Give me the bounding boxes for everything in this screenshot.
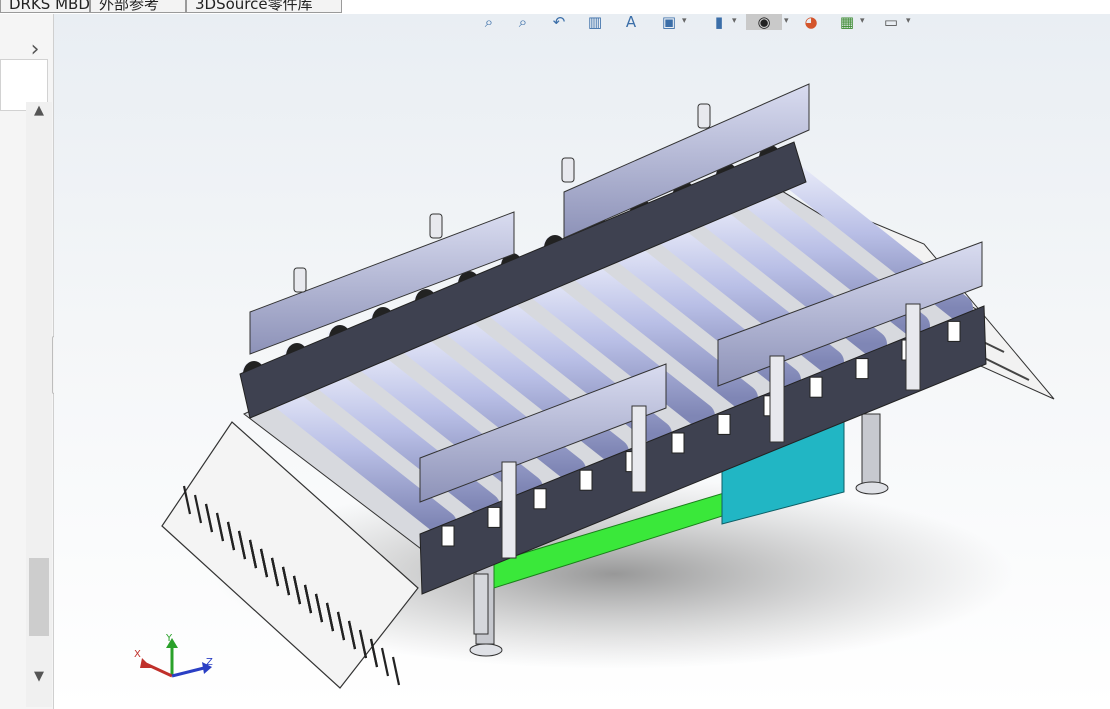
plate-notch bbox=[487, 506, 501, 528]
tab-external-reference[interactable]: 外部参考 bbox=[90, 0, 186, 13]
scroll-down-icon[interactable]: ▼ bbox=[26, 668, 52, 686]
plate-notch bbox=[533, 488, 547, 510]
plate-notch bbox=[809, 376, 823, 398]
graphics-viewport[interactable]: ⌕ ⌕ ↶ ▥ A ▣ ▾ ▮ ▾ ◉ ▾ ◕ ▦ ▾ ▭ ▾ X Y Z bbox=[54, 14, 1110, 709]
coordinate-triad: X Y Z bbox=[132, 634, 218, 694]
document-tab-strip: DRKS MBD 外部参考 3DSource零件库 bbox=[0, 0, 342, 14]
panel-scrollbar[interactable]: ▲ ▼ bbox=[26, 102, 52, 707]
plate-notch bbox=[579, 469, 593, 491]
plate-notch bbox=[671, 432, 685, 454]
scroll-thumb[interactable] bbox=[29, 558, 49, 636]
triad-y-label: Y bbox=[166, 633, 173, 644]
triad-x-label: X bbox=[134, 649, 141, 660]
conveyor-model[interactable] bbox=[54, 14, 1110, 709]
plate-notch bbox=[717, 413, 731, 435]
triad-z-label: Z bbox=[206, 657, 213, 668]
plate-notch bbox=[947, 320, 961, 342]
scroll-up-icon[interactable]: ▲ bbox=[26, 102, 52, 120]
plate-notch bbox=[441, 525, 455, 547]
feature-manager-panel: › ▲ ▼ bbox=[0, 14, 54, 709]
tab-3dsource-library[interactable]: 3DSource零件库 bbox=[186, 0, 342, 13]
vent-slot bbox=[391, 656, 401, 686]
plate-notch bbox=[855, 358, 869, 380]
tab-mbd[interactable]: DRKS MBD bbox=[0, 0, 90, 13]
